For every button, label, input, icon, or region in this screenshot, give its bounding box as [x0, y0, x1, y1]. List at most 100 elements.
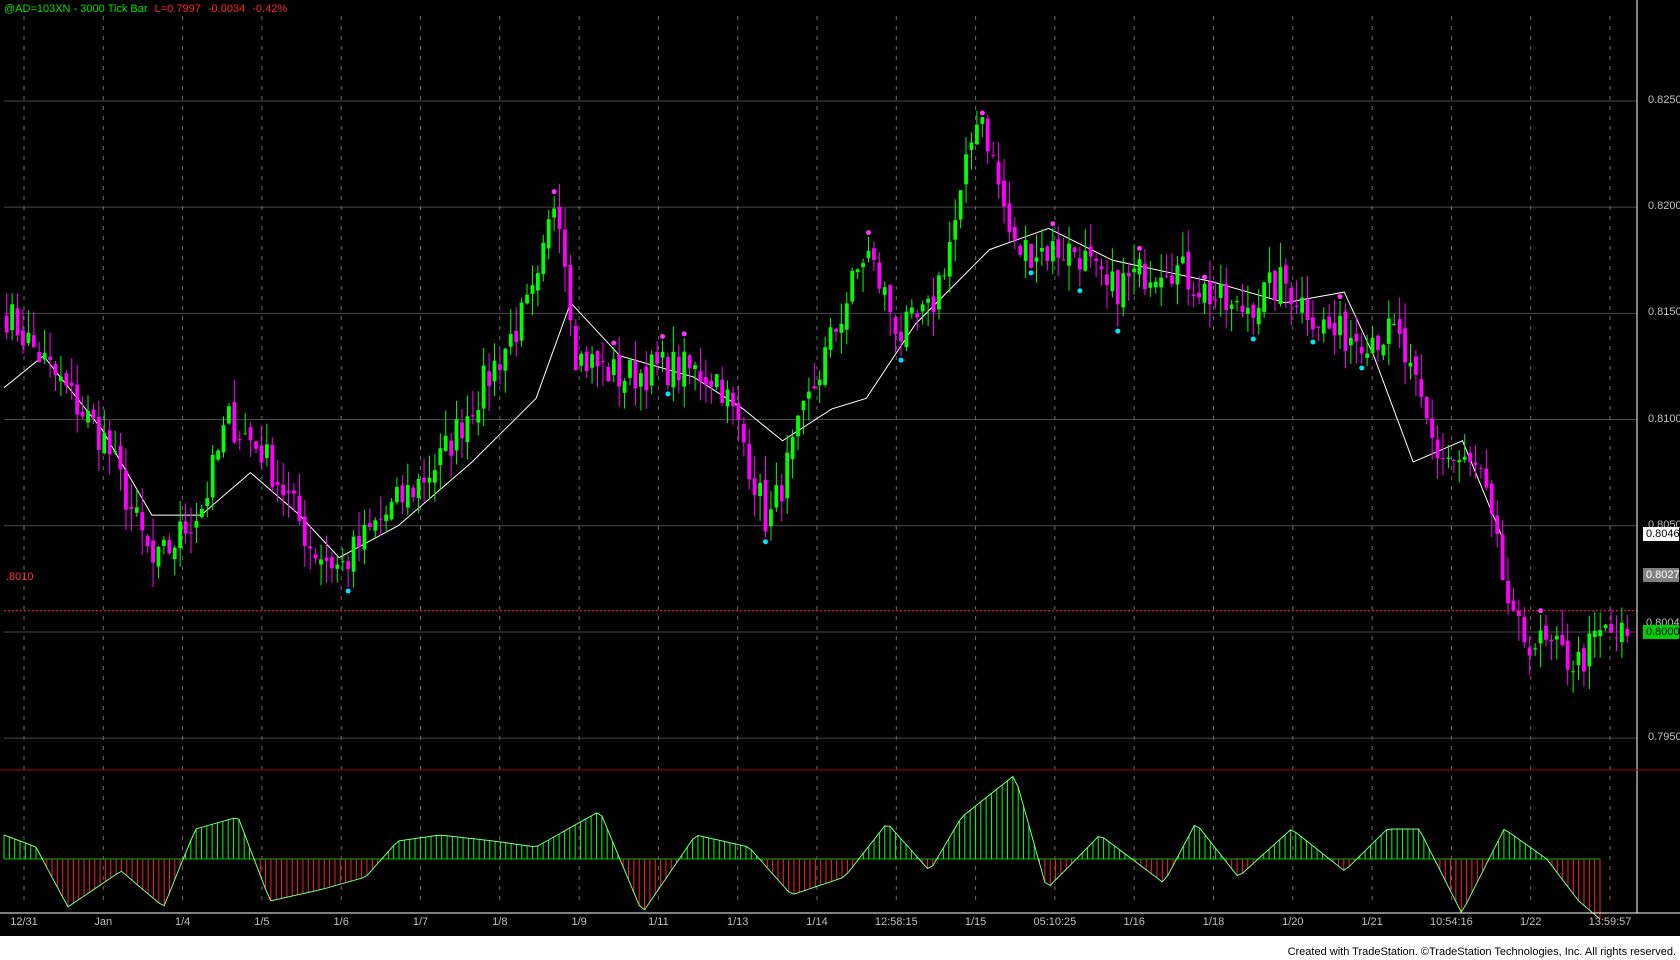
candle-body: [156, 546, 161, 567]
candle-body: [779, 485, 784, 502]
candle-body: [969, 142, 974, 151]
candle-body: [660, 351, 665, 358]
candle-body: [324, 557, 329, 561]
candle-body: [367, 523, 372, 527]
candle-body: [42, 352, 47, 360]
candle-body: [161, 539, 166, 546]
swing-low-dot: [345, 588, 351, 594]
candle-body: [75, 384, 80, 415]
candle-body: [985, 118, 990, 152]
candle-body: [1554, 635, 1559, 640]
candle-body: [563, 229, 567, 267]
y-tick-label: 0.8100: [1648, 412, 1680, 425]
candle-body: [1365, 353, 1370, 358]
candle-body: [687, 355, 692, 369]
candle-body: [221, 425, 226, 453]
candle-body: [1045, 246, 1050, 261]
candle-body: [508, 334, 513, 347]
candle-body: [178, 521, 183, 549]
candle-body: [1164, 275, 1169, 277]
candle-body: [628, 359, 632, 378]
x-tick-label: 05:10:25: [1033, 916, 1077, 928]
candle-body: [1229, 304, 1234, 309]
candle-body: [1462, 456, 1467, 460]
candle-body: [698, 371, 703, 383]
swing-low-dot: [763, 539, 769, 545]
candle-body: [1007, 203, 1012, 232]
candle-body: [785, 452, 790, 499]
change-label: -0.0034: [207, 3, 246, 15]
candle-body: [1592, 630, 1597, 637]
candle-body: [48, 356, 52, 360]
candle-body: [1435, 439, 1440, 459]
candle-body: [1245, 307, 1250, 314]
candle-body: [1283, 265, 1288, 284]
candle-body: [1414, 356, 1418, 375]
x-tick-label: 12:58:15: [874, 916, 918, 928]
candle-body: [899, 331, 903, 342]
candle-body: [1056, 239, 1061, 258]
swing-high-dot: [1136, 245, 1142, 251]
candle-body: [1424, 397, 1429, 419]
candle-body: [498, 364, 502, 370]
candle-body: [1419, 379, 1424, 397]
candle-body: [357, 536, 361, 548]
y-tick-label: 0.7950: [1648, 731, 1680, 744]
candle-body: [1061, 259, 1066, 261]
candle-body: [1002, 180, 1006, 207]
candle-body: [888, 285, 893, 313]
candle-body: [172, 547, 177, 560]
candle-body: [1159, 277, 1164, 288]
candle-body: [1397, 318, 1402, 334]
candle-body: [763, 479, 768, 532]
x-tick-label: 1/22: [1519, 916, 1542, 928]
candle-body: [676, 356, 681, 381]
candle-body: [671, 351, 676, 388]
candle-body: [996, 161, 1001, 185]
candle-body: [248, 427, 253, 441]
candle-body: [1506, 580, 1510, 604]
candle-body: [573, 326, 578, 371]
price-tag: 0.8046: [1643, 527, 1680, 542]
candle-body: [926, 298, 931, 303]
candle-body: [194, 520, 199, 528]
candle-body: [405, 485, 410, 508]
candle-body: [362, 524, 367, 550]
candle-body: [416, 478, 421, 498]
candle-body: [801, 400, 806, 411]
x-tick-label: 1/20: [1282, 916, 1304, 928]
candle-body: [1105, 274, 1109, 286]
candle-body: [758, 482, 762, 497]
candle-body: [1527, 647, 1532, 656]
x-tick-label: 1/18: [1202, 916, 1225, 928]
candle-body: [1067, 243, 1071, 266]
x-tick-label: 1/5: [254, 916, 270, 928]
candle-body: [1132, 268, 1136, 273]
x-tick-label: 12/31: [10, 916, 38, 928]
candle-body: [1153, 281, 1158, 288]
candle-body: [882, 287, 887, 295]
candle-body: [1500, 534, 1505, 581]
x-tick-label: 1/21: [1361, 916, 1383, 928]
copyright-footer: Created with TradeStation. ©TradeStation…: [1287, 946, 1676, 958]
candle-body: [1218, 283, 1223, 298]
candle-body: [725, 389, 730, 407]
candle-body: [1359, 346, 1364, 354]
candle-body: [1012, 226, 1017, 240]
candle-body: [129, 506, 134, 509]
candle-body: [96, 416, 101, 450]
candle-body: [134, 507, 139, 513]
swing-high-dot: [681, 331, 687, 337]
candle-body: [15, 308, 20, 336]
swing-low-dot: [665, 391, 671, 397]
swing-high-dot: [1337, 294, 1343, 300]
candle-body: [470, 415, 475, 417]
candle-body: [26, 332, 31, 344]
candle-body: [1544, 625, 1548, 640]
candle-body: [752, 478, 757, 495]
candle-body: [1018, 245, 1023, 255]
candle-body: [1495, 515, 1500, 534]
candle-body: [205, 498, 210, 507]
candle-body: [584, 351, 589, 372]
swing-high-dot: [1202, 274, 1208, 280]
